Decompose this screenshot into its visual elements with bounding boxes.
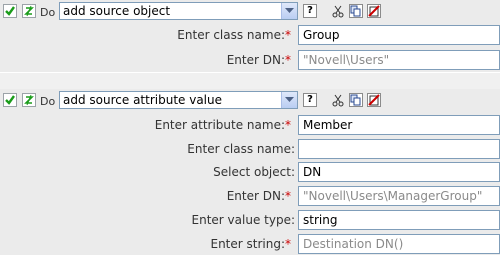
copy-icon[interactable]	[349, 4, 363, 18]
action-header-2: Do add source attribute value ?	[0, 89, 500, 111]
enable-checkbox-icon[interactable]	[3, 4, 17, 18]
field-label: Enter value type:	[191, 213, 295, 227]
delete-icon[interactable]	[367, 4, 381, 18]
disable-toggle-icon[interactable]	[22, 4, 36, 18]
action-select-value: add source object	[63, 4, 171, 18]
chevron-down-icon[interactable]	[281, 92, 297, 108]
action-select[interactable]: add source attribute value	[59, 91, 298, 109]
action-block-2: Do add source attribute value ? Enter at…	[0, 89, 500, 255]
do-label: Do	[40, 6, 56, 19]
class-name-field[interactable]	[298, 139, 500, 159]
action-select[interactable]: add source object	[59, 2, 298, 20]
attribute-name-field[interactable]: Member	[298, 115, 500, 135]
field-label: Enter class name:*	[177, 28, 291, 42]
value-type-field[interactable]: string	[298, 210, 500, 230]
action-select-value: add source attribute value	[63, 93, 222, 107]
dn-field[interactable]: "Novell\Users\ManagerGroup"	[298, 186, 500, 206]
string-field[interactable]: Destination DN()	[298, 234, 500, 254]
do-label: Do	[40, 95, 56, 108]
help-button[interactable]: ?	[303, 4, 317, 18]
field-label: Enter DN:*	[226, 189, 291, 203]
dn-field[interactable]: "Novell\Users"	[298, 50, 500, 70]
field-label: Enter attribute name:*	[154, 118, 291, 132]
field-label: Enter string:*	[210, 237, 291, 251]
class-name-field[interactable]: Group	[298, 25, 500, 45]
field-label: Enter DN:*	[226, 53, 291, 67]
chevron-down-icon[interactable]	[281, 3, 297, 19]
help-button[interactable]: ?	[303, 93, 317, 107]
action-header-1: Do add source object ?	[0, 0, 500, 22]
enable-checkbox-icon[interactable]	[3, 93, 17, 107]
copy-icon[interactable]	[349, 93, 363, 107]
select-object-field[interactable]: DN	[298, 162, 500, 182]
action-block-1: Do add source object ? Enter class name:…	[0, 0, 500, 72]
divider	[0, 72, 500, 73]
field-label: Enter class name:	[187, 142, 295, 156]
cut-icon[interactable]	[331, 4, 345, 18]
cut-icon[interactable]	[331, 93, 345, 107]
field-label: Select object:	[213, 165, 295, 179]
disable-toggle-icon[interactable]	[22, 93, 36, 107]
delete-icon[interactable]	[367, 93, 381, 107]
